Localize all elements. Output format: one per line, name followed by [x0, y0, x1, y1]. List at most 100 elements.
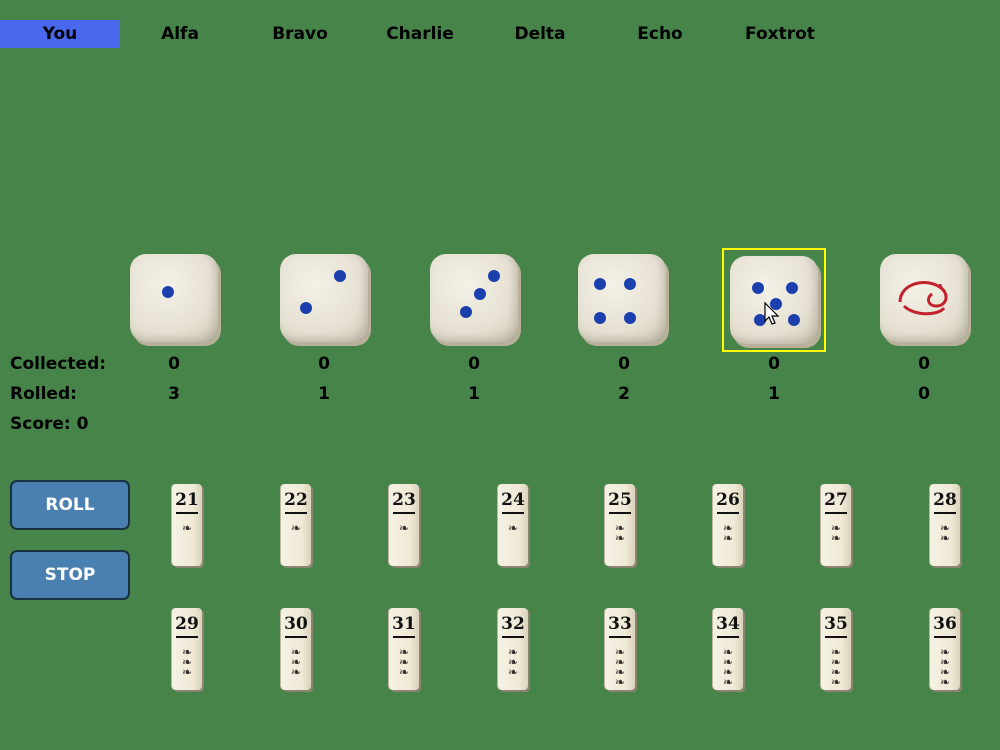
- tile-number: 25: [608, 490, 632, 510]
- tab-player-charlie[interactable]: Charlie: [360, 20, 480, 48]
- die-face-3[interactable]: [424, 248, 528, 352]
- tile-35[interactable]: 35 ❧ ❧ ❧ ❧: [821, 608, 851, 690]
- collected-value-3: 0: [468, 354, 480, 374]
- tab-player-bravo[interactable]: Bravo: [240, 20, 360, 48]
- collected-value-worm: 0: [918, 354, 930, 374]
- tile-23[interactable]: 23 ❧: [389, 484, 419, 566]
- mouse-cursor-icon: [764, 302, 780, 325]
- tab-player-you[interactable]: You: [0, 20, 120, 48]
- die-two-icon: [280, 254, 368, 342]
- tile-number: 36: [933, 614, 957, 634]
- worm-icon: ❧: [290, 665, 302, 679]
- tile-number: 21: [175, 490, 199, 510]
- tile-25[interactable]: 25 ❧ ❧: [605, 484, 635, 566]
- collected-value-1: 0: [168, 354, 180, 374]
- worm-icon: ❧: [181, 665, 193, 679]
- tile-22[interactable]: 22 ❧: [281, 484, 311, 566]
- collected-value-5: 0: [768, 354, 780, 374]
- tile-divider: [393, 636, 415, 638]
- tile-divider: [825, 512, 847, 514]
- die-face-1[interactable]: [124, 248, 228, 352]
- collected-value-4: 0: [618, 354, 630, 374]
- tile-divider: [609, 512, 631, 514]
- tile-26[interactable]: 26 ❧ ❧: [713, 484, 743, 566]
- tile-number: 33: [608, 614, 632, 634]
- tile-number: 23: [392, 490, 416, 510]
- tile-divider: [609, 636, 631, 638]
- tab-player-delta[interactable]: Delta: [480, 20, 600, 48]
- tile-31[interactable]: 31 ❧ ❧ ❧: [389, 608, 419, 690]
- die-one-icon: [130, 254, 218, 342]
- tile-divider: [934, 636, 956, 638]
- rolled-label: Rolled:: [10, 384, 77, 404]
- worm-icon: ❧: [939, 531, 951, 545]
- worm-icon: ❧: [830, 531, 842, 545]
- tile-24[interactable]: 24 ❧: [498, 484, 528, 566]
- worm-icon: ❧: [398, 521, 410, 535]
- worm-icon: ❧: [830, 675, 842, 689]
- tile-number: 30: [284, 614, 308, 634]
- rolled-value-2: 1: [318, 384, 330, 404]
- worm-icon: ❧: [290, 521, 302, 535]
- rolled-value-1: 3: [168, 384, 180, 404]
- tile-divider: [285, 512, 307, 514]
- die-face-2[interactable]: [274, 248, 378, 352]
- tile-33[interactable]: 33 ❧ ❧ ❧ ❧: [605, 608, 635, 690]
- tab-player-foxtrot[interactable]: Foxtrot: [720, 20, 840, 48]
- tile-number: 24: [501, 490, 525, 510]
- roll-button[interactable]: ROLL: [10, 480, 130, 530]
- worm-icon: ❧: [614, 531, 626, 545]
- tile-divider: [825, 636, 847, 638]
- rolled-value-3: 1: [468, 384, 480, 404]
- tile-28[interactable]: 28 ❧ ❧: [930, 484, 960, 566]
- tile-32[interactable]: 32 ❧ ❧ ❧: [498, 608, 528, 690]
- tile-number: 34: [716, 614, 740, 634]
- worm-icon: ❧: [398, 665, 410, 679]
- tile-21[interactable]: 21 ❧: [172, 484, 202, 566]
- worm-icon: ❧: [722, 675, 734, 689]
- worm-icon: ❧: [614, 675, 626, 689]
- die-face-worm[interactable]: [874, 248, 978, 352]
- tile-number: 35: [824, 614, 848, 634]
- rolled-value-4: 2: [618, 384, 630, 404]
- tile-divider: [502, 512, 524, 514]
- tile-36[interactable]: 36 ❧ ❧ ❧ ❧: [930, 608, 960, 690]
- die-face-5-selected[interactable]: [722, 248, 826, 352]
- tile-34[interactable]: 34 ❧ ❧ ❧ ❧: [713, 608, 743, 690]
- die-four-icon: [578, 254, 666, 342]
- score-label: Score: 0: [10, 414, 89, 434]
- die-three-icon: [430, 254, 518, 342]
- tile-number: 31: [392, 614, 416, 634]
- worm-icon: ❧: [722, 531, 734, 545]
- die-face-4[interactable]: [572, 248, 676, 352]
- worm-icon: ❧: [939, 675, 951, 689]
- tile-27[interactable]: 27 ❧ ❧: [821, 484, 851, 566]
- tile-number: 29: [175, 614, 199, 634]
- tile-number: 27: [824, 490, 848, 510]
- die-five-icon: [730, 256, 818, 344]
- collected-label: Collected:: [10, 354, 107, 374]
- rolled-value-worm: 0: [918, 384, 930, 404]
- worm-icon: ❧: [507, 665, 519, 679]
- tab-player-echo[interactable]: Echo: [600, 20, 720, 48]
- tile-divider: [285, 636, 307, 638]
- tile-29[interactable]: 29 ❧ ❧ ❧: [172, 608, 202, 690]
- tile-divider: [176, 512, 198, 514]
- worm-icon: ❧: [507, 521, 519, 535]
- die-worm-icon: [880, 254, 968, 342]
- tile-divider: [502, 636, 524, 638]
- stop-button[interactable]: STOP: [10, 550, 130, 600]
- collected-value-2: 0: [318, 354, 330, 374]
- tile-number: 26: [716, 490, 740, 510]
- tile-divider: [717, 512, 739, 514]
- tile-number: 22: [284, 490, 308, 510]
- tile-30[interactable]: 30 ❧ ❧ ❧: [281, 608, 311, 690]
- tile-divider: [393, 512, 415, 514]
- tile-number: 32: [501, 614, 525, 634]
- tile-divider: [934, 512, 956, 514]
- tab-player-alfa[interactable]: Alfa: [120, 20, 240, 48]
- tile-number: 28: [933, 490, 957, 510]
- tile-divider: [176, 636, 198, 638]
- worm-icon: ❧: [181, 521, 193, 535]
- rolled-value-5: 1: [768, 384, 780, 404]
